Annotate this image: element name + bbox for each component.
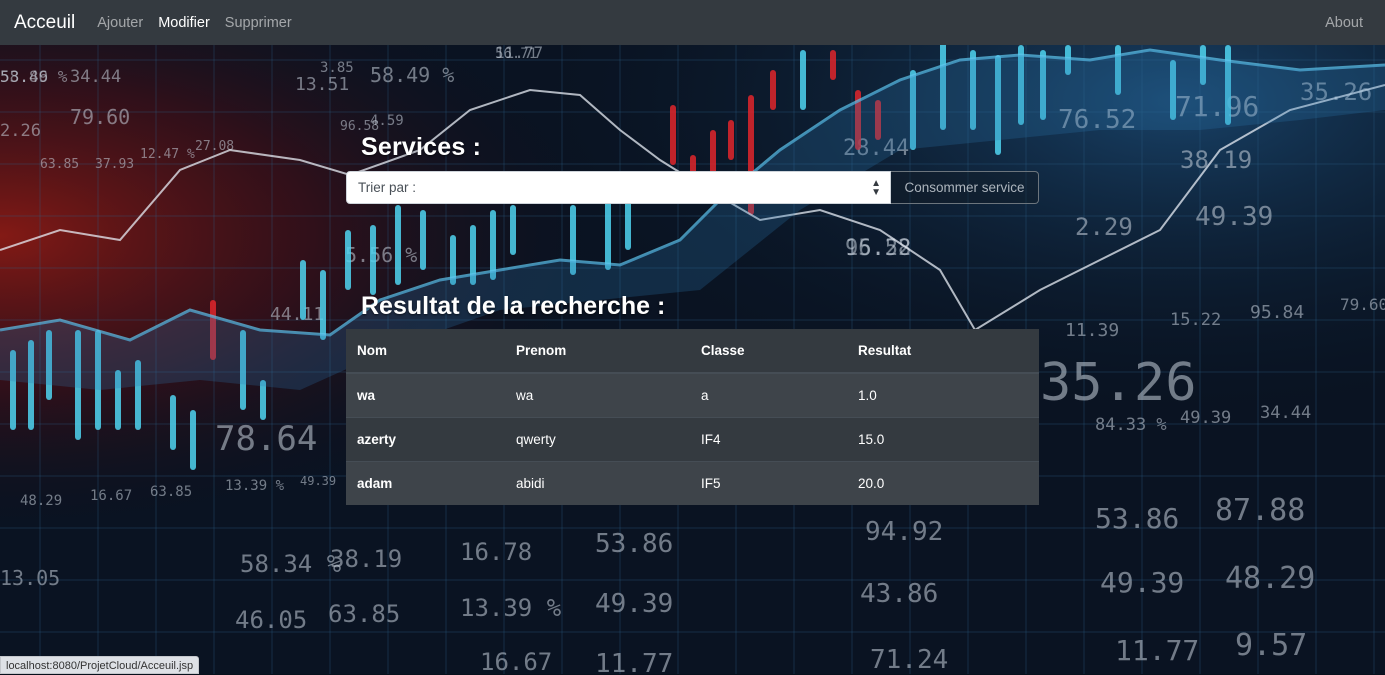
- services-heading: Services :: [361, 133, 482, 161]
- cell-classe: IF4: [690, 416, 847, 461]
- table-header-row: Nom Prenom Classe Resultat: [346, 329, 1039, 374]
- table-row: adam abidi IF5 20.0: [346, 460, 1039, 505]
- cell-prenom: abidi: [505, 460, 690, 505]
- browser-status-bar-url: localhost:8080/ProjetCloud/Acceuil.jsp: [0, 656, 200, 674]
- cell-classe: IF5: [690, 460, 847, 505]
- column-header-prenom: Prenom: [505, 329, 690, 374]
- consume-service-button[interactable]: Consommer service: [891, 171, 1039, 204]
- cell-classe: a: [690, 372, 847, 417]
- cell-nom: adam: [346, 460, 505, 505]
- nav-brand-acceuil[interactable]: Acceuil: [14, 12, 75, 34]
- top-navbar: Acceuil Ajouter Modifier Supprimer About: [0, 0, 1385, 45]
- table-row: wa wa a 1.0: [346, 372, 1039, 417]
- main-content: Services : Trier par : ▲ ▼ Consommer serv…: [0, 0, 1385, 674]
- nav-link-ajouter[interactable]: Ajouter: [97, 15, 143, 31]
- nav-link-modifier[interactable]: Modifier: [158, 15, 210, 31]
- nav-link-about[interactable]: About: [1325, 15, 1363, 31]
- sort-select[interactable]: Trier par : ▲ ▼: [346, 171, 891, 204]
- results-table: Nom Prenom Classe Resultat wa wa a 1.0 a…: [346, 329, 1039, 505]
- column-header-resultat: Resultat: [847, 329, 1039, 374]
- column-header-nom: Nom: [346, 329, 505, 374]
- cell-resultat: 1.0: [847, 372, 1039, 417]
- cell-resultat: 15.0: [847, 416, 1039, 461]
- cell-resultat: 20.0: [847, 460, 1039, 505]
- cell-nom: wa: [346, 372, 505, 417]
- nav-link-supprimer[interactable]: Supprimer: [225, 15, 292, 31]
- select-updown-arrows-icon: ▲ ▼: [871, 178, 881, 198]
- table-row: azerty qwerty IF4 15.0: [346, 416, 1039, 461]
- cell-nom: azerty: [346, 416, 505, 461]
- cell-prenom: qwerty: [505, 416, 690, 461]
- results-heading: Resultat de la recherche :: [361, 292, 666, 320]
- column-header-classe: Classe: [690, 329, 847, 374]
- sort-select-value: Trier par :: [358, 180, 417, 195]
- cell-prenom: wa: [505, 372, 690, 417]
